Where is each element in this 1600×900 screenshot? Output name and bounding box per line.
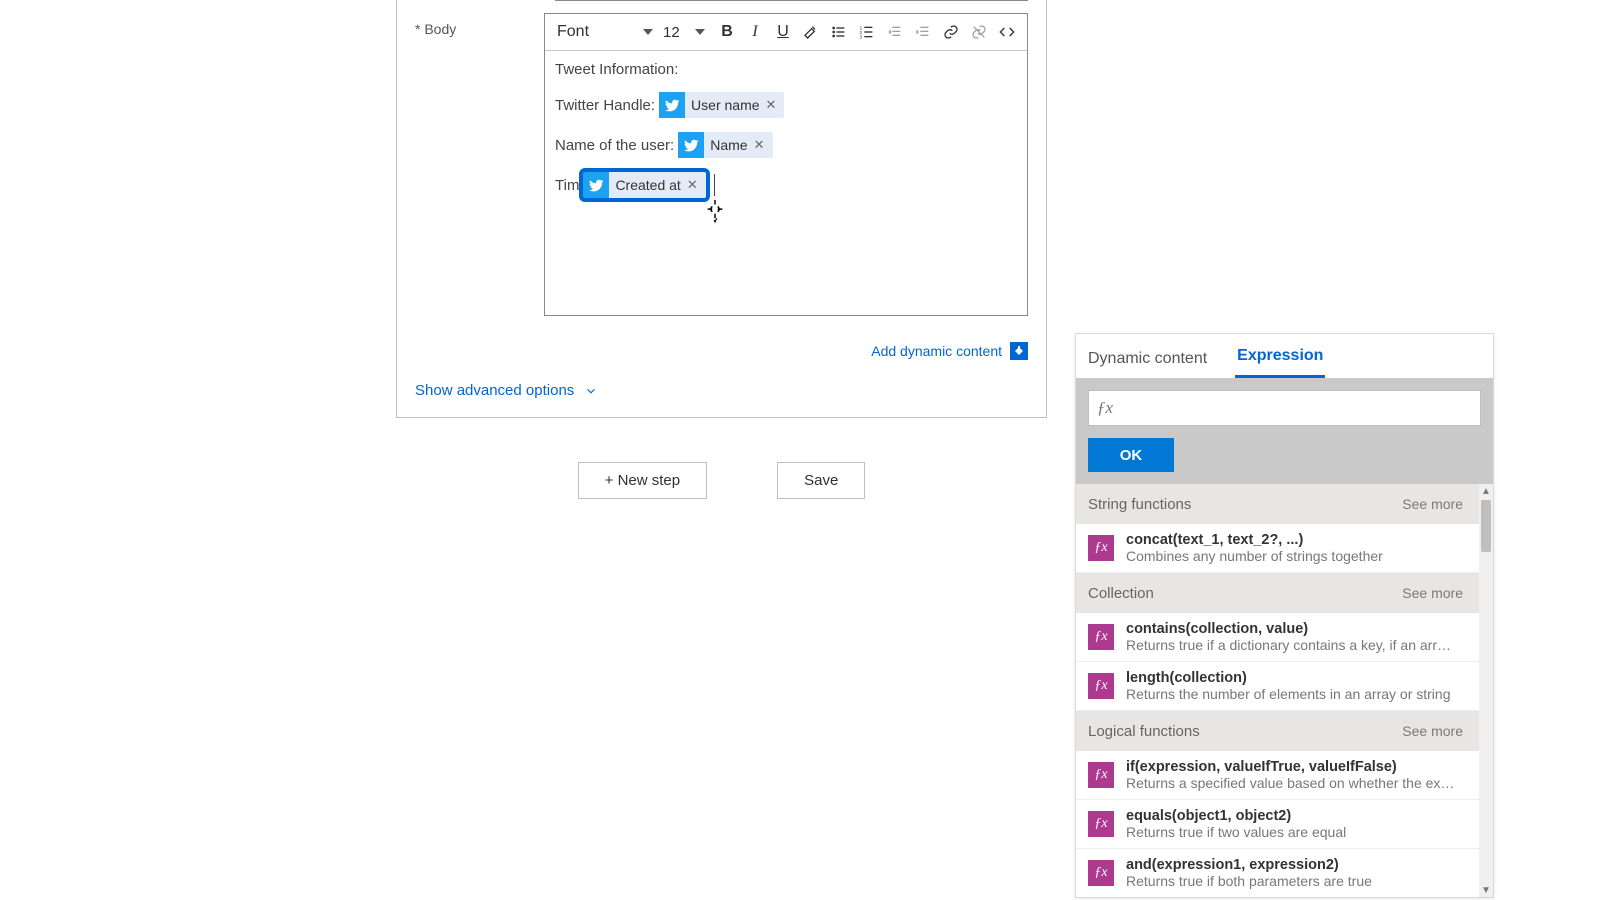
- body-text: Twitter Handle:: [555, 97, 655, 114]
- fn-name: concat(text_1, text_2?, ...): [1126, 532, 1383, 548]
- tab-expression[interactable]: Expression: [1235, 337, 1325, 378]
- chevron-down-icon: [643, 29, 653, 35]
- bulleted-list-button[interactable]: [827, 20, 851, 44]
- body-text: Tweet Information:: [555, 61, 678, 78]
- text-caret: [714, 174, 715, 196]
- italic-button[interactable]: I: [743, 20, 767, 44]
- subject-label: Subject: [397, 0, 555, 13]
- body-text: Tim: [555, 177, 579, 194]
- fn-desc: Returns true if two values are equal: [1126, 824, 1346, 840]
- font-select-label: Font: [557, 23, 589, 41]
- token-label: Created at: [615, 177, 680, 193]
- scrollbar[interactable]: ▲ ▼: [1479, 484, 1493, 897]
- body-label: Body: [397, 13, 544, 334]
- font-size-label: 12: [663, 24, 680, 41]
- fn-contains[interactable]: ƒx contains(collection, value) Returns t…: [1076, 613, 1493, 662]
- token-remove-icon[interactable]: ✕: [685, 177, 700, 193]
- fn-desc: Returns true if both parameters are true: [1126, 873, 1372, 889]
- scroll-up-icon[interactable]: ▲: [1479, 484, 1493, 498]
- editor-toolbar: Font 12 B I U 123: [545, 14, 1027, 51]
- token-label: User name: [691, 97, 759, 113]
- token-remove-icon[interactable]: ✕: [764, 97, 779, 113]
- token-user-name[interactable]: User name ✕: [659, 92, 784, 118]
- fn-equals[interactable]: ƒx equals(object1, object2) Returns true…: [1076, 800, 1493, 849]
- scroll-down-icon[interactable]: ▼: [1479, 883, 1493, 897]
- group-title: Collection: [1088, 585, 1154, 602]
- body-text: Name of the user:: [555, 137, 674, 154]
- group-title: Logical functions: [1088, 723, 1200, 740]
- fn-and[interactable]: ƒx and(expression1, expression2) Returns…: [1076, 849, 1493, 897]
- fn-desc: Returns a specified value based on wheth…: [1126, 775, 1456, 791]
- expression-input[interactable]: ƒx: [1088, 390, 1481, 426]
- font-select[interactable]: Font: [551, 19, 659, 45]
- group-string-functions: String functions See more: [1076, 484, 1493, 524]
- fx-icon: ƒx: [1088, 624, 1114, 650]
- twitter-icon: [659, 92, 685, 118]
- function-list: ▲ ▼ String functions See more ƒx concat(…: [1076, 484, 1493, 897]
- fn-desc: Combines any number of strings together: [1126, 548, 1383, 564]
- fn-desc: Returns the number of elements in an arr…: [1126, 686, 1451, 702]
- body-editor[interactable]: Font 12 B I U 123: [544, 13, 1028, 316]
- fx-icon: ƒx: [1088, 535, 1114, 561]
- chevron-down-icon: [584, 384, 598, 398]
- ok-button[interactable]: OK: [1088, 438, 1174, 472]
- see-more-link[interactable]: See more: [1402, 723, 1463, 739]
- fn-length[interactable]: ƒx length(collection) Returns the number…: [1076, 662, 1493, 711]
- add-dynamic-content-link[interactable]: Add dynamic content: [871, 343, 1002, 359]
- twitter-icon: [583, 172, 609, 198]
- twitter-icon: [678, 132, 704, 158]
- unlink-button[interactable]: [967, 20, 991, 44]
- group-logical-functions: Logical functions See more: [1076, 711, 1493, 751]
- fn-name: equals(object1, object2): [1126, 808, 1346, 824]
- expression-bar: ƒx OK: [1076, 378, 1493, 484]
- subject-input[interactable]: Someone has mentioned Power Automate on …: [555, 0, 1028, 1]
- fn-desc: Returns true if a dictionary contains a …: [1126, 637, 1456, 653]
- fn-if[interactable]: ƒx if(expression, valueIfTrue, valueIfFa…: [1076, 751, 1493, 800]
- scroll-thumb[interactable]: [1481, 500, 1491, 552]
- email-action-card: Subject Someone has mentioned Power Auto…: [396, 0, 1047, 418]
- fn-concat[interactable]: ƒx concat(text_1, text_2?, ...) Combines…: [1076, 524, 1493, 573]
- fn-name: if(expression, valueIfTrue, valueIfFalse…: [1126, 759, 1456, 775]
- fx-icon: ƒx: [1088, 860, 1114, 886]
- token-remove-icon[interactable]: ✕: [752, 137, 767, 153]
- fx-icon: ƒx: [1088, 762, 1114, 788]
- svg-text:3: 3: [860, 35, 863, 40]
- token-label: Name: [710, 137, 747, 153]
- fx-icon: ƒx: [1088, 811, 1114, 837]
- highlight-button[interactable]: [799, 20, 823, 44]
- underline-button[interactable]: U: [771, 20, 795, 44]
- add-dynamic-content-toggle[interactable]: [1010, 342, 1028, 360]
- group-collection: Collection See more: [1076, 573, 1493, 613]
- save-button[interactable]: Save: [777, 462, 865, 499]
- see-more-link[interactable]: See more: [1402, 496, 1463, 512]
- chevron-down-icon: [695, 29, 705, 35]
- show-advanced-label: Show advanced options: [415, 382, 574, 399]
- indent-button[interactable]: [911, 20, 935, 44]
- fx-icon: ƒx: [1088, 673, 1114, 699]
- show-advanced-options[interactable]: Show advanced options: [397, 372, 1046, 417]
- font-size-select[interactable]: 12: [659, 19, 709, 45]
- tab-dynamic-content[interactable]: Dynamic content: [1086, 340, 1209, 378]
- fn-name: and(expression1, expression2): [1126, 857, 1372, 873]
- see-more-link[interactable]: See more: [1402, 585, 1463, 601]
- group-title: String functions: [1088, 496, 1191, 513]
- numbered-list-button[interactable]: 123: [855, 20, 879, 44]
- fn-name: length(collection): [1126, 670, 1451, 686]
- bold-button[interactable]: B: [715, 20, 739, 44]
- token-name[interactable]: Name ✕: [678, 132, 772, 158]
- new-step-button[interactable]: + New step: [578, 462, 707, 499]
- outdent-button[interactable]: [883, 20, 907, 44]
- fn-name: contains(collection, value): [1126, 621, 1456, 637]
- link-button[interactable]: [939, 20, 963, 44]
- expression-panel: Dynamic content Expression ƒx OK ▲ ▼ Str…: [1075, 333, 1494, 898]
- fx-icon: ƒx: [1097, 398, 1113, 418]
- code-view-button[interactable]: [995, 20, 1019, 44]
- editor-content[interactable]: Tweet Information: Twitter Handle: User …: [545, 51, 1027, 315]
- token-created-at[interactable]: Created at ✕: [583, 172, 705, 198]
